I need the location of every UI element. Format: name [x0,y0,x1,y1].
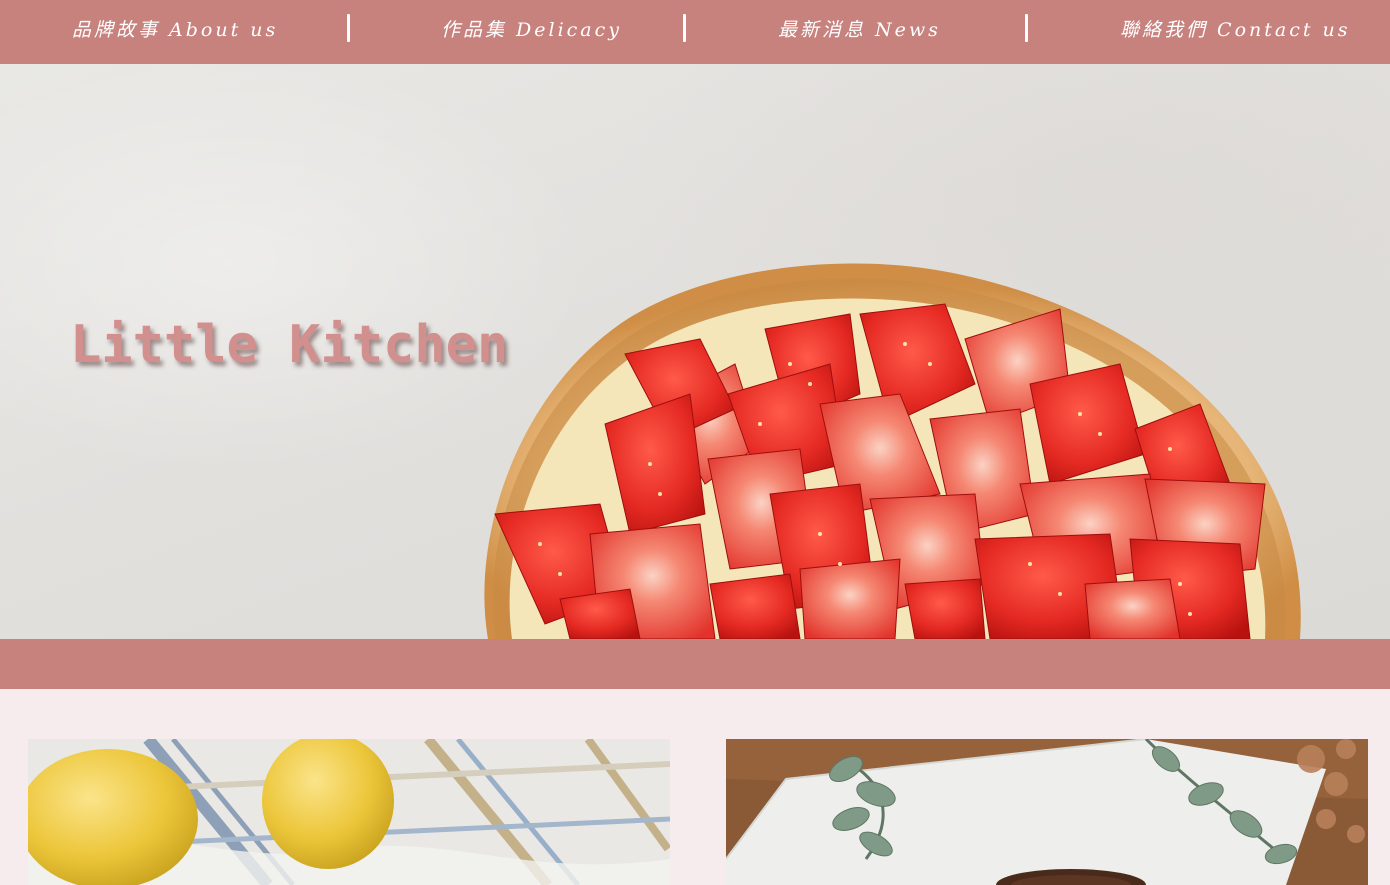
nav-divider [347,14,350,42]
chocolate-cake-image [726,739,1368,885]
nav-divider [683,14,686,42]
gallery-card-lemons[interactable] [28,739,670,885]
nav-news-link[interactable]: 最新消息 News [778,14,941,46]
nav-contact-us-link[interactable]: 聯絡我們 Contact us [1120,14,1351,46]
nav-about-us-link[interactable]: 品牌故事 About us [72,14,278,46]
section-divider-band [0,639,1390,689]
nav-divider [1025,14,1028,42]
lemons-image [28,739,670,885]
top-navigation: 品牌故事 About us 作品集 Delicacy 最新消息 News 聯絡我… [0,0,1390,64]
hero-title: Little Kitchen [70,315,509,375]
gallery-card-chocolate-cake[interactable] [726,739,1368,885]
nav-delicacy-link[interactable]: 作品集 Delicacy [441,14,622,46]
hero-banner: Little Kitchen [0,64,1390,639]
